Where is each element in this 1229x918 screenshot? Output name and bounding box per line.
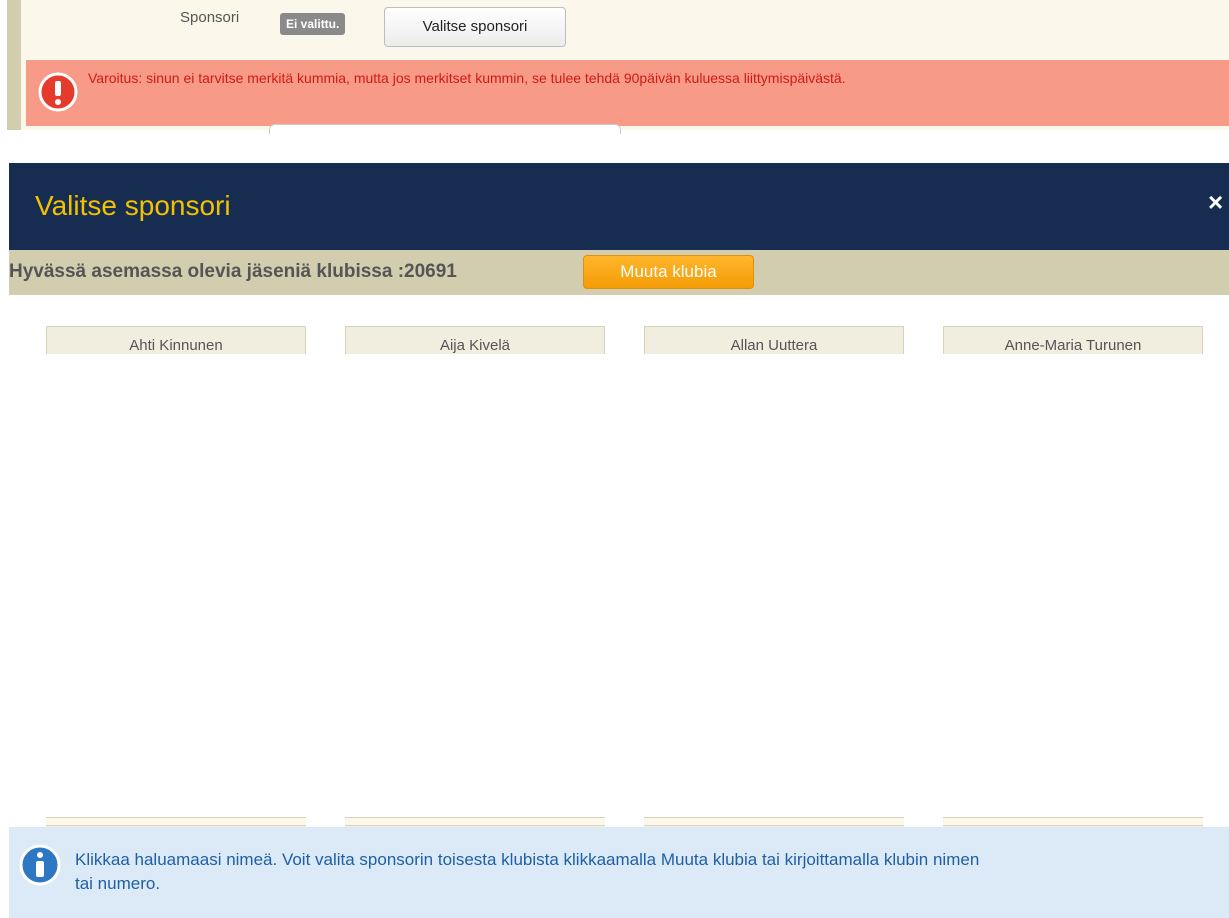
choose-sponsor-dialog: Valitse sponsori × Hyvässä asemassa olev…: [9, 163, 1229, 918]
member-card-1[interactable]: Aija Kivelä: [345, 326, 605, 354]
info-banner: Klikkaa haluamaasi nimeä. Voit valita sp…: [9, 827, 1229, 918]
member-card-2[interactable]: Allan Uuttera: [644, 326, 904, 354]
warning-banner: Varoitus: sinun ei tarvitse merkitä kumm…: [26, 60, 1229, 126]
sponsor-form-section: Sponsori Ei valittu. Valitse sponsori Va…: [7, 0, 1229, 134]
exclamation-circle-icon: [38, 72, 78, 112]
info-text: Klikkaa haluamaasi nimeä. Voit valita sp…: [75, 848, 1229, 898]
club-status-bar: Hyvässä asemassa olevia jäseniä klubissa…: [9, 250, 1229, 295]
sponsor-status-badge: Ei valittu.: [280, 13, 346, 35]
info-circle-icon: [19, 844, 61, 886]
dialog-header: Valitse sponsori ×: [9, 163, 1229, 250]
info-text-line2: tai numero.: [75, 874, 161, 893]
choose-sponsor-button[interactable]: Valitse sponsori: [384, 7, 566, 47]
change-club-button[interactable]: Muuta klubia: [583, 255, 754, 289]
warning-text: Varoitus: sinun ei tarvitse merkitä kumm…: [88, 70, 846, 86]
sponsor-label: Sponsori: [180, 9, 240, 26]
info-text-line1: Klikkaa haluamaasi nimeä. Voit valita sp…: [75, 850, 980, 869]
club-member-count: Hyvässä asemassa olevia jäseniä klubissa…: [9, 261, 457, 282]
close-icon[interactable]: ×: [1208, 187, 1223, 218]
member-card-3[interactable]: Anne-Maria Turunen: [943, 326, 1203, 354]
partial-input-field: [269, 124, 621, 134]
dialog-title: Valitse sponsori: [35, 190, 231, 221]
member-card-0[interactable]: Ahti Kinnunen: [46, 326, 306, 354]
